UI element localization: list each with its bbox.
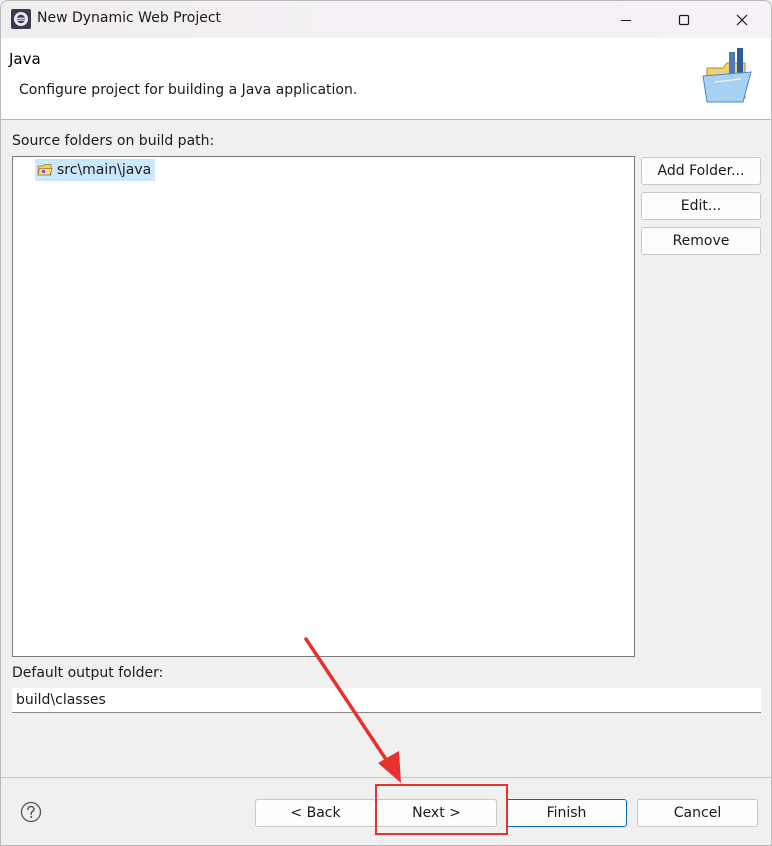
minimize-button[interactable] [597,1,655,38]
add-folder-button[interactable]: Add Folder... [641,157,761,185]
close-icon [736,14,748,25]
default-output-folder-label: Default output folder: [12,665,164,681]
close-button[interactable] [713,1,771,38]
tree-item-src-main-java[interactable]: src\main\java [35,159,156,181]
source-folders-tree[interactable]: src\main\java [12,156,635,657]
finish-button[interactable]: Finish [506,799,627,827]
help-icon[interactable] [20,801,42,823]
back-button[interactable]: < Back [255,799,376,827]
source-folders-label: Source folders on build path: [12,133,215,149]
footer-separator [1,777,771,778]
minimize-icon [621,19,631,21]
cancel-button[interactable]: Cancel [637,799,758,827]
maximize-icon [678,14,690,25]
default-output-folder-input[interactable] [12,688,761,713]
eclipse-app-icon [11,9,31,29]
wizard-header: Java Configure project for building a Ja… [1,38,771,120]
window-title: New Dynamic Web Project [37,10,222,26]
title-bar: New Dynamic Web Project [1,1,771,38]
java-folder-banner-icon [702,48,752,103]
new-dynamic-web-project-dialog: New Dynamic Web Project Java Configure p… [0,0,772,846]
edit-button[interactable]: Edit... [641,192,761,220]
tree-item-label: src\main\java [57,162,152,178]
remove-button[interactable]: Remove [641,227,761,255]
page-title: Java [9,50,41,68]
next-button[interactable]: Next > [376,799,497,827]
source-folder-icon [37,164,53,176]
page-description: Configure project for building a Java ap… [19,82,358,98]
maximize-button[interactable] [655,1,713,38]
